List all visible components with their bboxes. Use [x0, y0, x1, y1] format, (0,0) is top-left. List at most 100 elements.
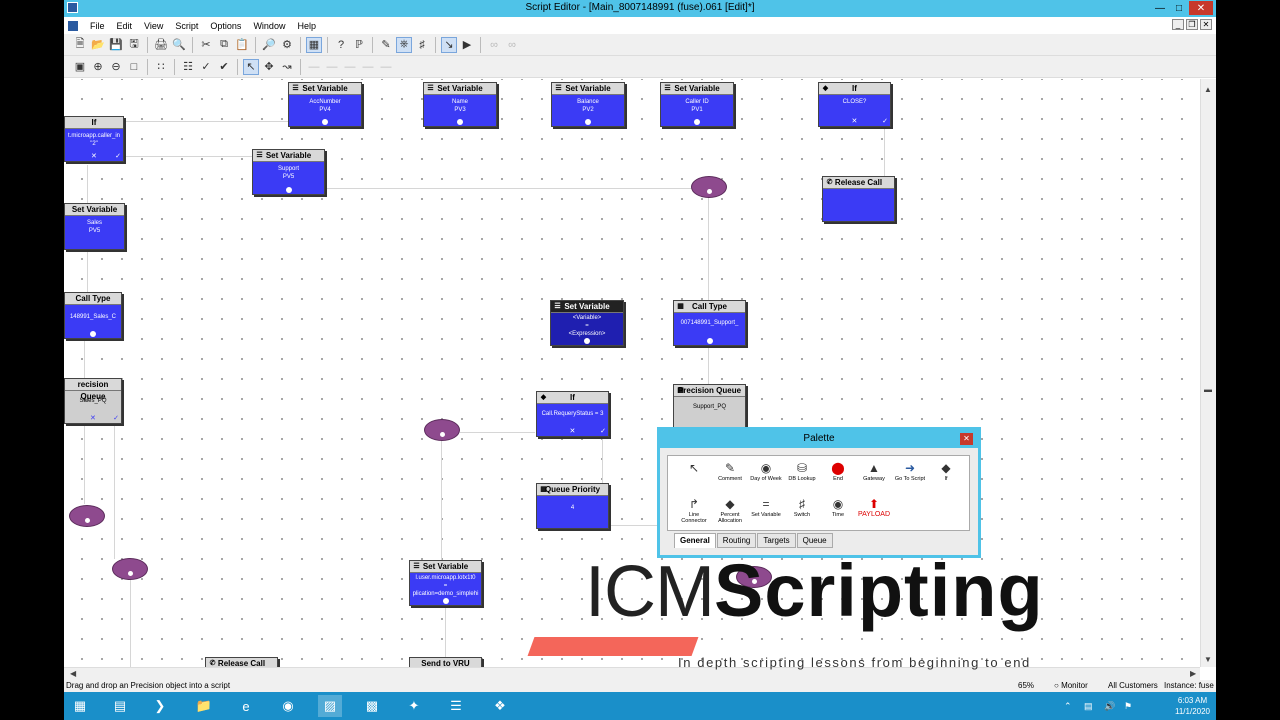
network-icon[interactable]: ▤ — [1084, 701, 1093, 712]
print-preview-icon[interactable]: 🔍 — [171, 37, 187, 53]
true-branch-icon[interactable]: ✓ — [113, 414, 119, 422]
zoom-fit-icon[interactable]: ▣ — [72, 59, 88, 75]
output-connector[interactable] — [584, 338, 590, 344]
browse-icon[interactable]: ▶ — [459, 37, 475, 53]
select-tool-icon[interactable]: ↖ — [243, 58, 259, 75]
validate-all-icon[interactable]: ✔ — [216, 59, 232, 75]
link-icon[interactable]: ∞ — [486, 37, 502, 53]
palette-item-comment[interactable]: ✎ Comment — [712, 460, 748, 482]
disabled-tool-icon[interactable]: — — [378, 59, 394, 75]
unlink-icon[interactable]: ∞ — [504, 37, 520, 53]
tab-general[interactable]: General — [674, 533, 716, 548]
save-all-icon[interactable]: 🖫 — [126, 37, 142, 53]
palette-item-switch[interactable]: ♯ Switch — [784, 496, 820, 518]
palette-window[interactable]: Palette ✕ ↖ ✎ Comment ◉ Day of Week ⛁ DB Lo… — [659, 429, 979, 556]
output-connector[interactable] — [442, 598, 449, 604]
app-taskbar-icon[interactable]: ✦ — [402, 695, 426, 717]
call-type-node[interactable]: Call Type 148991_Sales_C — [64, 292, 122, 339]
false-branch-icon[interactable]: ✕ — [90, 414, 96, 422]
print-icon[interactable]: 🖨 — [153, 37, 169, 53]
grid-icon[interactable]: ▦ — [306, 36, 322, 53]
doc-close-button[interactable]: ✕ — [1200, 19, 1212, 30]
firefox-icon[interactable]: ◉ — [276, 695, 300, 717]
precision-queue-node[interactable]: recision Queue Sales_PQ ✕✓ — [64, 378, 122, 424]
palette-item-end[interactable]: ⬤ End — [820, 460, 856, 482]
script-editor-taskbar-icon[interactable]: ▨ — [318, 695, 342, 717]
window-titlebar[interactable]: Script Editor - [Main_8007148991 (fuse).… — [64, 0, 1216, 17]
palette-item-percent-allocation[interactable]: ◆ Percent Allocation — [712, 496, 748, 524]
find-icon[interactable]: 🔎 — [261, 37, 277, 53]
menu-script[interactable]: Script — [173, 20, 200, 32]
connect-mode-icon[interactable]: ↘ — [441, 36, 457, 53]
send-to-vru-node[interactable]: Send to VRU — [409, 657, 482, 667]
flag-icon[interactable]: ⚑ — [1124, 701, 1132, 712]
tab-targets[interactable]: Targets — [757, 533, 796, 548]
file-explorer-icon[interactable]: 📁 — [192, 695, 216, 717]
release-call-node[interactable]: ✆ Release Call — [822, 176, 895, 222]
release-call-node[interactable]: ✆ Release Call — [205, 657, 278, 667]
scroll-right-icon[interactable]: ▶ — [1190, 669, 1196, 678]
disabled-tool-icon[interactable]: — — [360, 59, 376, 75]
customers-filter[interactable]: All Customers — [1108, 681, 1158, 690]
set-variable-node-selected[interactable]: ☰ Set Variable <Variable> = <Expression> — [550, 300, 624, 346]
true-branch-icon[interactable]: ✓ — [882, 117, 888, 125]
check-icon[interactable]: ✓ — [198, 59, 214, 75]
new-icon[interactable]: 🗎 — [72, 37, 88, 53]
zoom-in-icon[interactable]: ⊕ — [90, 59, 106, 75]
menu-file[interactable]: File — [88, 20, 107, 32]
internet-explorer-icon[interactable]: e — [234, 695, 258, 717]
server-manager-icon[interactable]: ▤ — [108, 695, 132, 717]
palette-item-payload[interactable]: ⬆ PAYLOAD — [856, 496, 892, 518]
align-icon[interactable]: ☷ — [180, 59, 196, 75]
output-connector[interactable] — [285, 187, 292, 193]
scroll-down-icon[interactable]: ▼ — [1204, 655, 1212, 664]
tab-queue[interactable]: Queue — [796, 533, 833, 548]
pan-tool-icon[interactable]: ✥ — [261, 59, 277, 75]
if-node[interactable]: ◆ If CLOSE? ✕ ✓ — [818, 82, 891, 127]
output-connector[interactable] — [694, 119, 700, 125]
menu-options[interactable]: Options — [208, 20, 243, 32]
disabled-tool-icon[interactable]: — — [342, 59, 358, 75]
connector-node[interactable] — [424, 419, 460, 441]
line-tool-icon[interactable]: ↝ — [279, 59, 295, 75]
output-connector[interactable] — [322, 119, 328, 125]
if-node[interactable]: If t.microapp.caller_in "2" ✕ ✓ — [64, 116, 124, 162]
output-connector[interactable] — [457, 119, 463, 125]
maximize-button[interactable]: □ — [1170, 1, 1188, 15]
volume-icon[interactable]: 🔊 — [1104, 701, 1115, 712]
menu-window[interactable]: Window — [251, 20, 287, 32]
monitor-mode-icon[interactable]: ⎈ — [396, 36, 412, 53]
tab-routing[interactable]: Routing — [716, 533, 757, 548]
false-branch-icon[interactable]: ✕ — [570, 427, 576, 435]
output-connector[interactable] — [706, 338, 713, 344]
document-icon[interactable] — [68, 20, 78, 31]
output-connector[interactable] — [585, 119, 591, 125]
taskbar-clock[interactable]: 6:03 AM 11/1/2020 — [1175, 695, 1210, 717]
vertical-scrollbar[interactable]: ▲ ▬ ▼ — [1200, 79, 1216, 667]
palette-item-goto-script[interactable]: ➜ Go To Script — [892, 460, 928, 482]
palette-item-set-variable[interactable]: = Set Variable — [748, 496, 784, 518]
quick-edit-icon[interactable]: ♯ — [414, 37, 430, 53]
app-taskbar-icon[interactable]: ▩ — [360, 695, 384, 717]
context-help-icon[interactable]: ℙ — [351, 37, 367, 53]
set-variable-node[interactable]: Set Variable Sales PV5 — [64, 203, 125, 250]
call-type-node[interactable]: ▦ Call Type 007148991_Support_ — [673, 300, 746, 346]
disabled-tool-icon[interactable]: — — [324, 59, 340, 75]
start-button-icon[interactable]: ▦ — [68, 695, 92, 717]
set-variable-node[interactable]: ☰ Set Variable Support PV5 — [252, 149, 325, 195]
doc-minimize-button[interactable]: _ — [1172, 19, 1184, 30]
zoom-out-icon[interactable]: ⊖ — [108, 59, 124, 75]
help-icon[interactable]: ? — [333, 37, 349, 53]
set-variable-node[interactable]: ☰ Set Variable Name PV3 — [423, 82, 497, 127]
app-taskbar-icon[interactable]: ❖ — [488, 695, 512, 717]
open-icon[interactable]: 📂 — [90, 37, 106, 53]
queue-priority-node[interactable]: ▦ Queue Priority 4 — [536, 483, 609, 529]
set-variable-node[interactable]: ☰ Set Variable AccNumber PV4 — [288, 82, 362, 127]
connector-node[interactable] — [691, 176, 727, 198]
minimize-button[interactable]: — — [1151, 1, 1169, 15]
palette-item-time[interactable]: ◉ Time — [820, 496, 856, 518]
output-connector[interactable] — [90, 331, 96, 337]
palette-item-if[interactable]: ◆ If — [928, 460, 964, 482]
powershell-icon[interactable]: ❯ — [148, 695, 172, 717]
copy-icon[interactable]: ⧉ — [216, 37, 232, 53]
